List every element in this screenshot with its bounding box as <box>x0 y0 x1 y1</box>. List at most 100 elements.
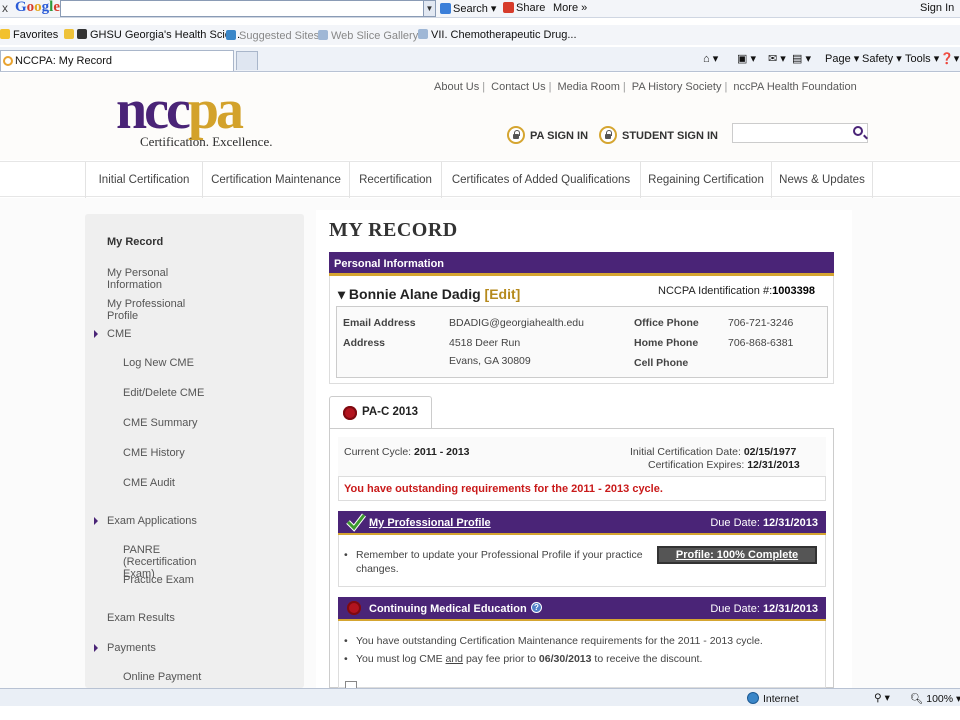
window-bottom <box>0 706 960 720</box>
profile-complete-button[interactable]: Profile: 100% Complete <box>657 546 817 564</box>
personal-information-header: Personal Information <box>329 252 834 276</box>
site-icon <box>77 29 87 39</box>
ie-icon <box>226 30 236 40</box>
home-phone-value: 706-868-6381 <box>728 337 794 349</box>
browser-toolbar: x Google ▼ Search ▾ Share More » Sign In <box>0 0 960 18</box>
professional-profile-link[interactable]: My Professional Profile <box>369 517 491 529</box>
nccpa-logo[interactable]: nccpa Certification. Excellence. <box>116 82 306 150</box>
checkbox[interactable] <box>345 681 357 688</box>
expand-arrow-icon <box>94 644 98 652</box>
nav-certification-maintenance[interactable]: Certification Maintenance <box>202 162 349 198</box>
favorite-link[interactable]: GHSU Georgia's Health Scie... <box>64 29 240 41</box>
rss-feed-icon[interactable]: ▣ ▾ <box>737 52 756 65</box>
google-search-input[interactable] <box>60 0 424 17</box>
nav-regaining-certification[interactable]: Regaining Certification <box>640 162 771 198</box>
edit-link[interactable]: [Edit] <box>485 286 521 302</box>
profile-note: Remember to update your Professional Pro… <box>344 548 646 576</box>
cme-note-discount: You must log CME and pay fee prior to 06… <box>344 653 702 665</box>
page-title: MY RECORD <box>329 219 458 241</box>
about-us-link[interactable]: About Us <box>434 81 479 93</box>
student-signin-link[interactable]: STUDENT SIGN IN <box>599 126 718 144</box>
new-tab-button[interactable] <box>236 51 258 70</box>
home-icon[interactable]: ⌂ ▾ <box>703 52 718 65</box>
status-bar: Internet ⚲ ▾ 🔍︎ 100% ▾ <box>0 688 960 706</box>
page-menu[interactable]: Page ▾ <box>825 52 859 65</box>
status-dot-icon <box>347 601 361 615</box>
profile-due-date: Due Date: 12/31/2013 <box>710 517 818 529</box>
email-label: Email Address <box>343 317 416 329</box>
favorites-bar: Favorites GHSU Georgia's Health Scie... … <box>0 25 960 45</box>
cme-due-date: Due Date: 12/31/2013 <box>710 603 818 615</box>
media-room-link[interactable]: Media Room <box>558 81 620 93</box>
nav-recertification[interactable]: Recertification <box>349 162 441 198</box>
person-name: ▾ Bonnie Alane Dadig [Edit] <box>338 286 521 302</box>
safety-menu[interactable]: Safety ▾ <box>862 52 902 65</box>
outstanding-requirements-warning: You have outstanding requirements for th… <box>344 483 663 495</box>
home-phone-label: Home Phone <box>634 337 699 349</box>
cme-section-title: Continuing Medical Education <box>369 603 527 615</box>
pa-history-link[interactable]: PA History Society <box>632 81 722 93</box>
page-icon <box>318 30 328 40</box>
site-search-input[interactable] <box>732 123 868 143</box>
nav-certificates-added-qualifications[interactable]: Certificates of Added Qualifications <box>441 162 640 198</box>
tab-pa-c-2013[interactable]: PA-C 2013 <box>329 396 432 429</box>
toolbar-more-button[interactable]: More » <box>553 2 587 14</box>
logo-tagline: Certification. Excellence. <box>140 134 273 149</box>
address-line1: 4518 Deer Run <box>449 337 521 349</box>
expand-arrow-icon <box>94 517 98 525</box>
cme-section-header: Continuing Medical Education Due Date: 1… <box>338 597 826 621</box>
nav-news-updates[interactable]: News & Updates <box>771 162 873 198</box>
tab-bar: NCCPA: My Record ⌂ ▾ ▣ ▾ ✉ ▾ ▤ ▾ Page ▾ … <box>0 47 960 72</box>
tools-menu[interactable]: Tools ▾ <box>905 52 939 65</box>
toolbar-search-button[interactable]: Search ▾ <box>440 2 496 15</box>
expand-arrow-icon <box>94 330 98 338</box>
favorites-button[interactable]: Favorites <box>0 29 58 41</box>
toolbar-share-button[interactable]: Share <box>503 2 545 14</box>
nccpa-favicon <box>3 56 13 66</box>
help-info-icon[interactable]: ? <box>531 602 542 613</box>
cell-phone-label: Cell Phone <box>634 357 689 369</box>
utility-links: About Us | Contact Us | Media Room | PA His… <box>434 81 857 93</box>
help-icon[interactable]: ❓▾ <box>940 52 959 65</box>
address-line2: Evans, GA 30809 <box>449 355 531 367</box>
initial-certification-date: Initial Certification Date: 02/15/1977 <box>630 446 797 458</box>
contact-us-link[interactable]: Contact Us <box>491 81 545 93</box>
email-value: BDADIG@georgiahealth.edu <box>449 317 584 329</box>
print-icon[interactable]: ▤ ▾ <box>792 52 811 65</box>
browser-tab[interactable]: NCCPA: My Record <box>0 50 234 71</box>
certification-expires: Certification Expires: 12/31/2013 <box>648 459 800 471</box>
protected-mode-icon[interactable]: ⚲ ▾ <box>874 692 890 704</box>
main-nav: Initial Certification Certification Main… <box>0 161 960 198</box>
star-icon <box>0 29 10 39</box>
pa-signin-link[interactable]: PA SIGN IN <box>507 126 588 144</box>
cme-note-outstanding: You have outstanding Certification Maint… <box>344 635 763 647</box>
zoom-control[interactable]: 🔍︎ 100% ▾ <box>910 692 960 705</box>
logo-wordmark: nccpa <box>116 79 244 141</box>
share-icon <box>503 2 514 13</box>
check-icon <box>346 513 366 532</box>
security-zone: Internet <box>747 692 799 705</box>
favorite-link[interactable]: Suggested Sites ▾ <box>226 29 328 42</box>
office-phone-value: 706-721-3246 <box>728 317 794 329</box>
profile-section-header: My Professional Profile Due Date: 12/31/… <box>338 511 826 535</box>
status-dot-icon <box>343 406 357 420</box>
cme-and-link[interactable]: and <box>446 653 464 665</box>
current-cycle: Current Cycle: 2011 - 2013 <box>344 446 470 458</box>
close-toolbar-icon[interactable]: x <box>2 1 8 15</box>
lock-icon <box>507 126 525 144</box>
office-phone-label: Office Phone <box>634 317 699 329</box>
globe-icon <box>747 692 759 704</box>
page-icon <box>418 29 428 39</box>
add-favorite-icon <box>64 29 74 39</box>
mail-icon[interactable]: ✉ ▾ <box>768 52 786 65</box>
health-foundation-link[interactable]: nccPA Health Foundation <box>733 81 856 93</box>
nccpa-id: NCCPA Identification #:1003398 <box>658 285 815 297</box>
favorite-link[interactable]: VII. Chemotherapeutic Drug... <box>418 29 577 41</box>
search-dropdown-icon[interactable]: ▼ <box>423 0 436 17</box>
search-icon[interactable] <box>853 126 863 136</box>
toolbar-signin-button[interactable]: Sign In <box>920 2 954 14</box>
google-logo: Google <box>15 0 61 15</box>
nav-initial-certification[interactable]: Initial Certification <box>85 162 202 198</box>
favorite-link[interactable]: Web Slice Gallery ▾ <box>318 29 427 42</box>
address-label: Address <box>343 337 386 349</box>
